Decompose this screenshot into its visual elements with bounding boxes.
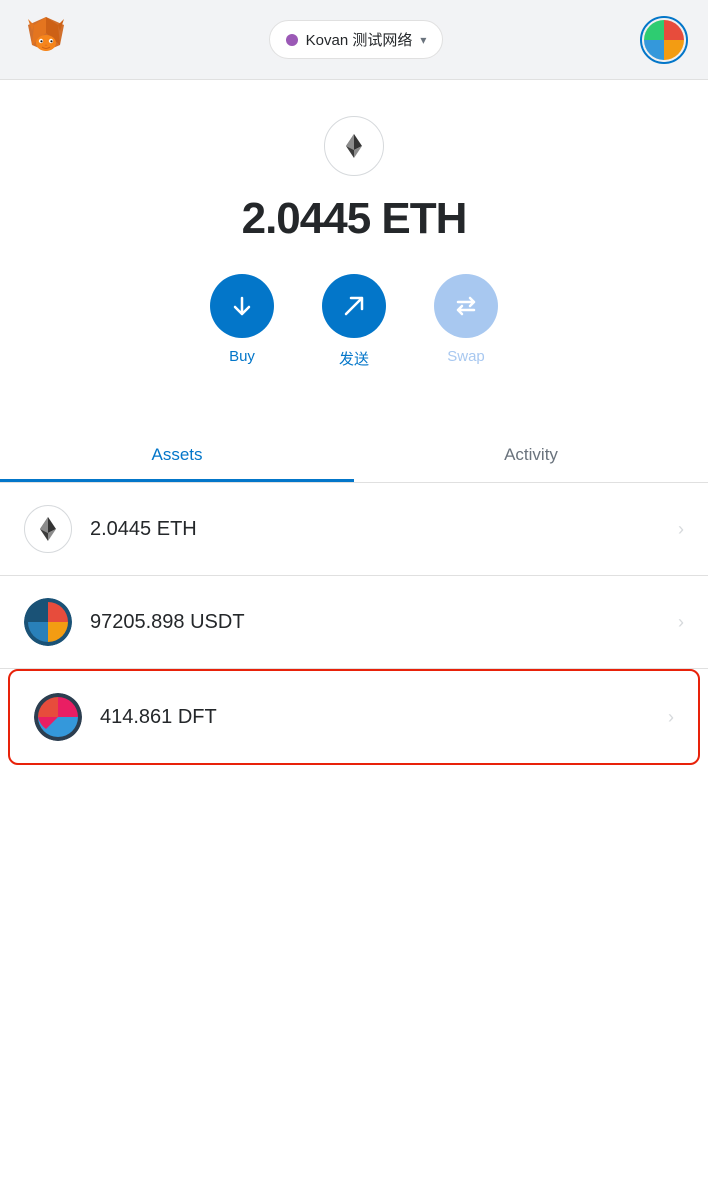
main-content: 2.0445 ETH Buy 发送 [0, 80, 708, 1192]
metamask-logo[interactable] [20, 11, 72, 68]
eth-logo [324, 116, 384, 176]
chevron-down-icon: ▾ [420, 33, 426, 47]
usdt-chevron-icon: › [678, 612, 684, 633]
network-dot [286, 34, 298, 46]
usdt-asset-amount: 97205.898 USDT [90, 611, 678, 634]
swap-label: Swap [447, 348, 485, 365]
asset-item-eth[interactable]: 2.0445 ETH › [0, 483, 708, 576]
send-button[interactable]: 发送 [322, 274, 386, 369]
tab-bar: Assets Activity [0, 431, 708, 483]
dft-chevron-icon: › [668, 707, 674, 728]
asset-list: 2.0445 ETH › 97205.898 USDT › [0, 483, 708, 765]
tab-assets[interactable]: Assets [0, 431, 354, 482]
tab-activity[interactable]: Activity [354, 431, 708, 482]
network-selector[interactable]: Kovan 测试网络 ▾ [269, 20, 444, 59]
buy-button[interactable]: Buy [210, 274, 274, 365]
eth-chevron-icon: › [678, 519, 684, 540]
buy-circle [210, 274, 274, 338]
app-header: Kovan 测试网络 ▾ [0, 0, 708, 80]
dft-asset-icon [34, 693, 82, 741]
send-circle [322, 274, 386, 338]
usdt-asset-icon [24, 598, 72, 646]
balance-section: 2.0445 ETH Buy 发送 [0, 80, 708, 407]
action-buttons: Buy 发送 Swap [210, 274, 498, 369]
network-name: Kovan 测试网络 [306, 29, 413, 50]
balance-amount: 2.0445 ETH [242, 194, 467, 244]
send-label: 发送 [339, 348, 369, 369]
eth-asset-icon [24, 505, 72, 553]
dft-asset-amount: 414.861 DFT [100, 706, 668, 729]
user-avatar[interactable] [640, 16, 688, 64]
asset-item-dft[interactable]: 414.861 DFT › [8, 669, 700, 765]
swap-circle [434, 274, 498, 338]
buy-label: Buy [229, 348, 255, 365]
swap-button[interactable]: Swap [434, 274, 498, 365]
asset-item-usdt[interactable]: 97205.898 USDT › [0, 576, 708, 669]
eth-asset-amount: 2.0445 ETH [90, 518, 678, 541]
